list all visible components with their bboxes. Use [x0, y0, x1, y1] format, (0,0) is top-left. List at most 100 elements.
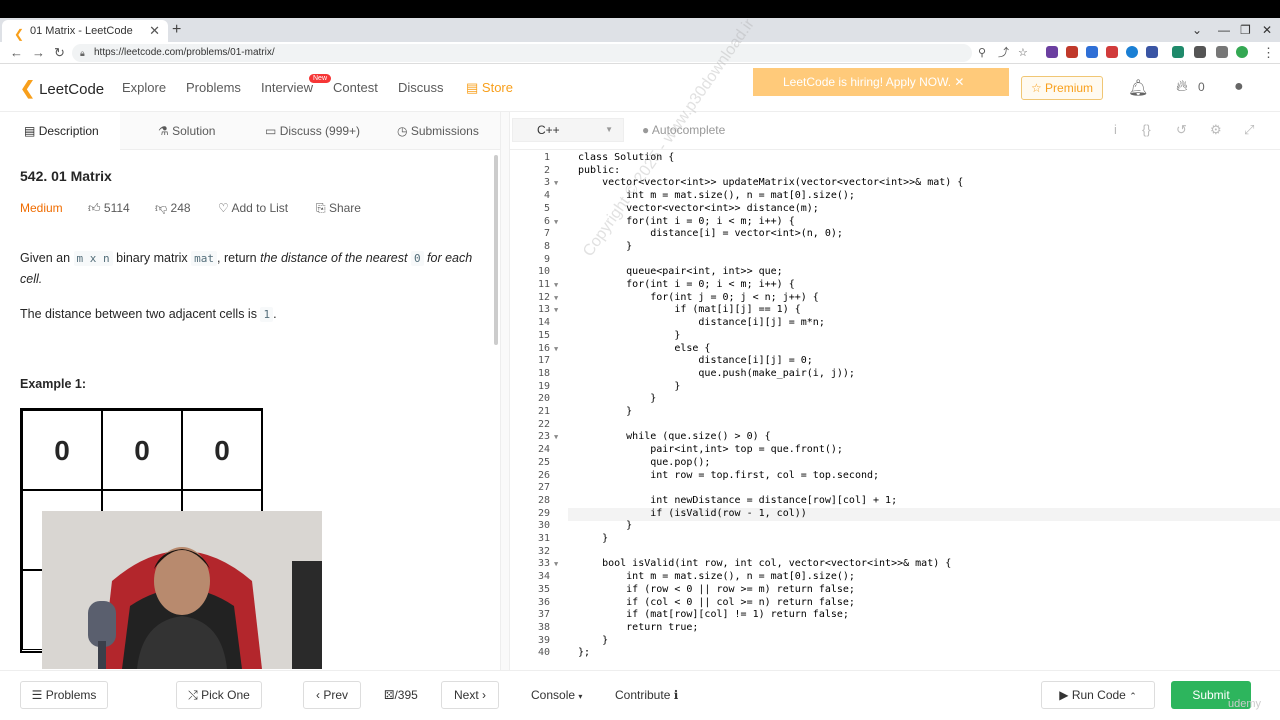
browser-tab[interactable]: ❮ 01 Matrix - LeetCode ✕ — [2, 20, 168, 42]
extensions-puzzle-icon[interactable] — [1194, 46, 1206, 58]
nav-problems[interactable]: Problems — [186, 76, 241, 100]
share-page-icon[interactable]: ⤴ — [998, 42, 1009, 64]
code-editor[interactable]: 1 class Solution {2 public: 3 ▼ vector<vecto… — [512, 150, 1280, 670]
code-line[interactable]: for(int i = 0; i < m; i++) { — [578, 279, 795, 292]
user-avatar-icon[interactable]: ● — [1234, 78, 1244, 96]
code-line[interactable]: } — [578, 393, 656, 406]
code-line[interactable]: if (col < 0 || col >= n) return false; — [578, 597, 855, 610]
page-indicator[interactable]: ⚄/395 — [384, 681, 418, 709]
hiring-banner[interactable]: LeetCode is hiring! Apply NOW. ✕ — [753, 68, 1009, 96]
code-line[interactable]: else { — [578, 343, 710, 356]
reset-icon[interactable]: ↺ — [1176, 122, 1187, 138]
code-line[interactable]: distance[i][j] = 0; — [578, 355, 812, 368]
nav-explore[interactable]: Explore — [122, 76, 166, 100]
side-panel-icon[interactable] — [1216, 46, 1228, 58]
extension-icon[interactable] — [1086, 46, 1098, 58]
fold-arrow-icon[interactable]: ▼ — [554, 306, 558, 314]
code-line[interactable]: que.push(make_pair(i, j)); — [578, 368, 855, 381]
code-line[interactable]: if (mat[i][j] == 1) { — [578, 304, 800, 317]
code-line[interactable]: } — [578, 635, 608, 648]
fullscreen-icon[interactable]: ⤢ — [1244, 122, 1254, 138]
close-window-icon[interactable]: ✕ — [1262, 18, 1272, 42]
pick-one-button[interactable]: ⤭ Pick One — [176, 681, 262, 709]
dislike-button[interactable]: 👎︎ 248 — [155, 200, 191, 216]
premium-button[interactable]: ☆ Premium — [1021, 76, 1103, 100]
code-line[interactable]: int row = top.first, col = top.second; — [578, 470, 879, 483]
fold-arrow-icon[interactable]: ▼ — [554, 345, 558, 353]
info-icon[interactable]: i — [1114, 122, 1117, 137]
tab-solution[interactable]: ⚗ Solution — [158, 112, 215, 150]
code-line[interactable]: bool isValid(int row, int col, vector<ve… — [578, 558, 951, 571]
contribute-link[interactable]: Contribute ℹ — [615, 681, 678, 709]
minimize-icon[interactable]: — — [1218, 18, 1230, 42]
extension-icon[interactable] — [1046, 46, 1058, 58]
code-line[interactable]: distance[i] = vector<int>(n, 0); — [578, 228, 843, 241]
console-toggle[interactable]: Console ▾ — [531, 681, 582, 711]
code-line[interactable]: if (isValid(row - 1, col)) — [578, 508, 807, 521]
profile-avatar-icon[interactable] — [1236, 46, 1248, 58]
extension-icon[interactable] — [1106, 46, 1118, 58]
tab-description[interactable]: ▤ Description — [0, 112, 120, 150]
back-icon[interactable]: ← — [10, 42, 23, 64]
code-line[interactable]: while (que.size() > 0) { — [578, 431, 771, 444]
problems-list-button[interactable]: ☰ Problems — [20, 681, 108, 709]
browser-menu-icon[interactable]: ⋮ — [1262, 42, 1275, 64]
bookmark-star-icon[interactable]: ☆ — [1018, 42, 1028, 64]
code-line[interactable]: for(int j = 0; j < n; j++) { — [578, 292, 819, 305]
settings-icon[interactable]: ⚙ — [1210, 122, 1222, 138]
forward-icon[interactable]: → — [32, 42, 45, 64]
chevron-down-icon[interactable]: ⌄ — [1192, 18, 1202, 42]
code-line[interactable]: if (row < 0 || row >= m) return false; — [578, 584, 855, 597]
fold-arrow-icon[interactable]: ▼ — [554, 294, 558, 302]
fire-icon[interactable]: 🔥︎ — [1176, 78, 1188, 96]
nav-discuss[interactable]: Discuss — [398, 76, 444, 100]
next-button[interactable]: Next › — [441, 681, 499, 709]
tab-discuss[interactable]: ▭ Discuss (999+) — [265, 112, 360, 150]
share-button[interactable]: ⎘ Share — [316, 200, 361, 216]
code-line[interactable]: queue<pair<int, int>> que; — [578, 266, 783, 279]
panel-divider[interactable] — [500, 112, 510, 670]
code-line[interactable]: } — [578, 533, 608, 546]
code-line[interactable]: int newDistance = distance[row][col] + 1… — [578, 495, 897, 508]
notification-bell-icon[interactable]: 🔔︎ — [1128, 78, 1148, 98]
extension-icon[interactable] — [1146, 46, 1158, 58]
code-line[interactable]: if (mat[row][col] != 1) return false; — [578, 609, 849, 622]
extension-icon[interactable] — [1066, 46, 1078, 58]
code-line[interactable]: } — [578, 330, 680, 343]
description-scrollbar[interactable] — [494, 155, 498, 345]
fold-arrow-icon[interactable]: ▼ — [554, 218, 558, 226]
restore-icon[interactable]: ❐ — [1240, 18, 1251, 42]
extension-icon[interactable] — [1172, 46, 1184, 58]
fold-arrow-icon[interactable]: ▼ — [554, 281, 558, 289]
code-line[interactable]: } — [578, 381, 680, 394]
add-to-list-button[interactable]: ♡ Add to List — [218, 200, 288, 216]
code-line[interactable]: int m = mat.size(), n = mat[0].size(); — [578, 571, 855, 584]
code-line[interactable]: pair<int,int> top = que.front(); — [578, 444, 843, 457]
code-line[interactable]: } — [578, 520, 632, 533]
leetcode-logo[interactable]: ❮ LeetCode — [20, 76, 104, 102]
extension-icon[interactable] — [1126, 46, 1138, 58]
prev-button[interactable]: ‹ Prev — [303, 681, 361, 709]
code-line[interactable]: public: — [578, 165, 620, 178]
code-line[interactable]: } — [578, 406, 632, 419]
new-tab-icon[interactable]: + — [172, 18, 181, 42]
nav-contest[interactable]: Contest — [333, 76, 378, 100]
fold-arrow-icon[interactable]: ▼ — [554, 433, 558, 441]
like-button[interactable]: 👍︎ 5114 — [88, 200, 130, 216]
code-line[interactable]: que.pop(); — [578, 457, 710, 470]
code-line[interactable]: }; — [578, 647, 590, 660]
url-field[interactable]: 🔒︎ https://leetcode.com/problems/01-matr… — [72, 44, 972, 62]
tab-submissions[interactable]: ◷ Submissions — [397, 112, 479, 150]
close-tab-icon[interactable]: ✕ — [149, 20, 160, 42]
language-select[interactable]: C++ ▼ — [512, 118, 624, 142]
fold-arrow-icon[interactable]: ▼ — [554, 560, 558, 568]
nav-interview[interactable]: Interview — [261, 76, 313, 100]
reload-icon[interactable]: ↻ — [54, 42, 65, 64]
code-line[interactable]: distance[i][j] = m*n; — [578, 317, 824, 330]
code-line[interactable]: return true; — [578, 622, 698, 635]
fold-arrow-icon[interactable]: ▼ — [554, 179, 558, 187]
braces-icon[interactable]: {} — [1142, 122, 1151, 137]
zoom-icon[interactable]: ⚲ — [978, 42, 986, 64]
nav-store[interactable]: ▤ Store — [466, 76, 513, 100]
run-code-button[interactable]: ▶ Run Code ⌃ — [1041, 681, 1155, 709]
